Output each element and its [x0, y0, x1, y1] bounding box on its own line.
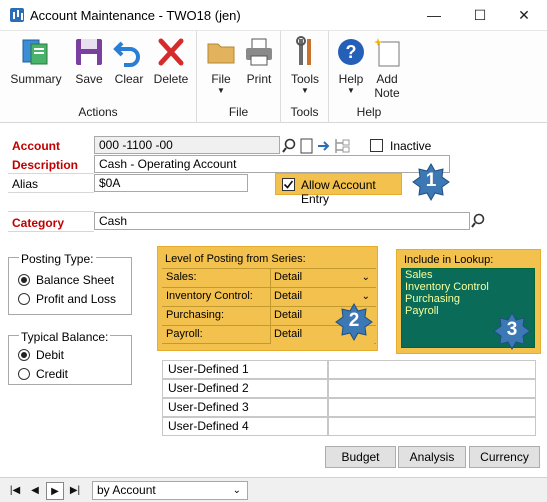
sort-order-select[interactable]: by Account ⌄	[92, 481, 248, 500]
ribbon-group-label: Help	[356, 105, 382, 119]
divider	[8, 211, 94, 212]
previous-record-icon[interactable]: ◀	[26, 482, 44, 500]
delete-button[interactable]: Delete	[146, 35, 196, 103]
category-lookup-icon[interactable]	[470, 212, 486, 230]
divider	[8, 231, 94, 232]
lookup-icon[interactable]	[282, 138, 296, 153]
radio-label: Balance Sheet	[36, 273, 115, 287]
include-in-lookup-title: Include in Lookup:	[404, 254, 494, 266]
hierarchy-icon[interactable]	[335, 139, 350, 153]
radio-label: Credit	[36, 367, 69, 381]
print-button[interactable]: Print	[237, 35, 281, 103]
ribbon-group-help: ? Help ▼ Add Note Help	[329, 31, 409, 123]
radio-label: Profit and Loss	[36, 292, 117, 306]
close-button[interactable]: ✕	[501, 0, 547, 31]
minimize-button[interactable]: —	[411, 0, 457, 31]
divider	[8, 173, 94, 174]
svg-text:?: ?	[346, 42, 357, 62]
allow-entry-highlight: Allow Account Entry	[275, 173, 402, 206]
note-icon	[370, 35, 404, 69]
description-input[interactable]: Cash - Operating Account	[94, 155, 450, 173]
account-tools	[282, 137, 352, 155]
last-record-icon[interactable]: ▶|	[66, 482, 84, 500]
printer-icon	[242, 35, 276, 69]
radio-debit[interactable]	[18, 349, 30, 361]
allow-entry-label: Allow Account Entry	[301, 178, 376, 206]
ribbon-group-tools: Tools ▼ Tools	[281, 31, 329, 123]
floppy-disk-icon	[72, 35, 106, 69]
chevron-down-icon: ⌄	[361, 272, 370, 283]
chevron-down-icon: ⌄	[232, 485, 241, 496]
list-item[interactable]: Purchasing	[402, 293, 534, 305]
alias-input[interactable]: $0A	[94, 174, 248, 192]
footer-navigation: |◀ ◀ ▶ ▶| by Account ⌄	[0, 477, 547, 502]
posting-level-select[interactable]: Detail ⌄	[270, 269, 374, 287]
user-defined-1-input[interactable]	[328, 360, 536, 379]
next-record-icon[interactable]: ▶	[46, 482, 64, 500]
posting-type-group: Posting Type: Balance Sheet Profit and L…	[8, 252, 132, 315]
radio-label: Debit	[36, 348, 65, 362]
account-input[interactable]: 000 -1100 -00	[94, 136, 280, 154]
help-menu-button[interactable]: ? Help ▼	[331, 35, 371, 103]
app-icon	[10, 8, 24, 22]
new-document-icon[interactable]	[300, 138, 313, 154]
summary-button[interactable]: Summary	[8, 35, 64, 103]
ribbon-group-label: Actions	[78, 105, 118, 119]
divider	[8, 192, 94, 193]
allow-entry-checkbox[interactable]	[282, 178, 295, 191]
summary-icon	[19, 35, 53, 69]
title-bar: Account Maintenance - TWO18 (jen) — ☐ ✕	[0, 0, 547, 31]
callout-badge-1: 1	[412, 162, 450, 202]
posting-row-sales: Sales: Detail ⌄	[162, 268, 376, 287]
ribbon-group-file: File ▼ Print File	[197, 31, 281, 123]
chevron-down-icon: ▼	[301, 86, 309, 95]
user-defined-3-input[interactable]	[328, 398, 536, 417]
ribbon-group-actions: Summary Save Clear Delete Actions	[0, 31, 197, 123]
description-label: Description	[12, 158, 79, 172]
account-label: Account	[12, 139, 60, 153]
category-input[interactable]: Cash	[94, 212, 470, 230]
callout-badge-2: 2	[335, 302, 373, 342]
first-record-icon[interactable]: |◀	[6, 482, 24, 500]
add-note-button[interactable]: Add Note	[367, 35, 407, 103]
analysis-button[interactable]: Analysis	[398, 446, 466, 468]
window-title: Account Maintenance - TWO18 (jen)	[30, 8, 241, 23]
list-item[interactable]: Sales	[402, 269, 534, 281]
user-defined-2-input[interactable]	[328, 379, 536, 398]
inactive-checkbox[interactable]	[370, 139, 383, 152]
budget-button[interactable]: Budget	[325, 446, 396, 468]
arrow-right-icon[interactable]	[318, 141, 330, 151]
level-of-posting-title: Level of Posting from Series:	[165, 253, 306, 265]
callout-badge-3: 3	[493, 311, 531, 351]
category-label: Category	[12, 216, 65, 230]
ribbon-group-label: Tools	[290, 105, 319, 119]
maximize-button[interactable]: ☐	[457, 0, 503, 31]
typical-balance-group: Typical Balance: Debit Credit	[8, 330, 132, 385]
currency-button[interactable]: Currency	[469, 446, 540, 468]
add-note-label: Add Note	[374, 72, 400, 100]
alias-label: Alias	[12, 177, 39, 191]
radio-credit[interactable]	[18, 368, 30, 380]
list-item[interactable]: Inventory Control	[402, 281, 534, 293]
chevron-down-icon: ▼	[347, 86, 355, 95]
typical-balance-title: Typical Balance:	[19, 330, 111, 344]
radio-profit-and-loss[interactable]	[18, 293, 30, 305]
delete-x-icon	[154, 35, 188, 69]
undo-icon	[112, 35, 146, 69]
ribbon: Summary Save Clear Delete Actions File ▼…	[0, 31, 547, 123]
ribbon-group-label: File	[228, 105, 249, 119]
tools-icon	[288, 35, 322, 69]
radio-balance-sheet[interactable]	[18, 274, 30, 286]
posting-type-title: Posting Type:	[19, 252, 96, 266]
tools-menu-button[interactable]: Tools ▼	[281, 35, 329, 103]
help-icon: ?	[334, 35, 368, 69]
user-defined-4-input[interactable]	[328, 417, 536, 436]
inactive-label: Inactive	[390, 139, 432, 153]
folder-icon	[204, 35, 238, 69]
